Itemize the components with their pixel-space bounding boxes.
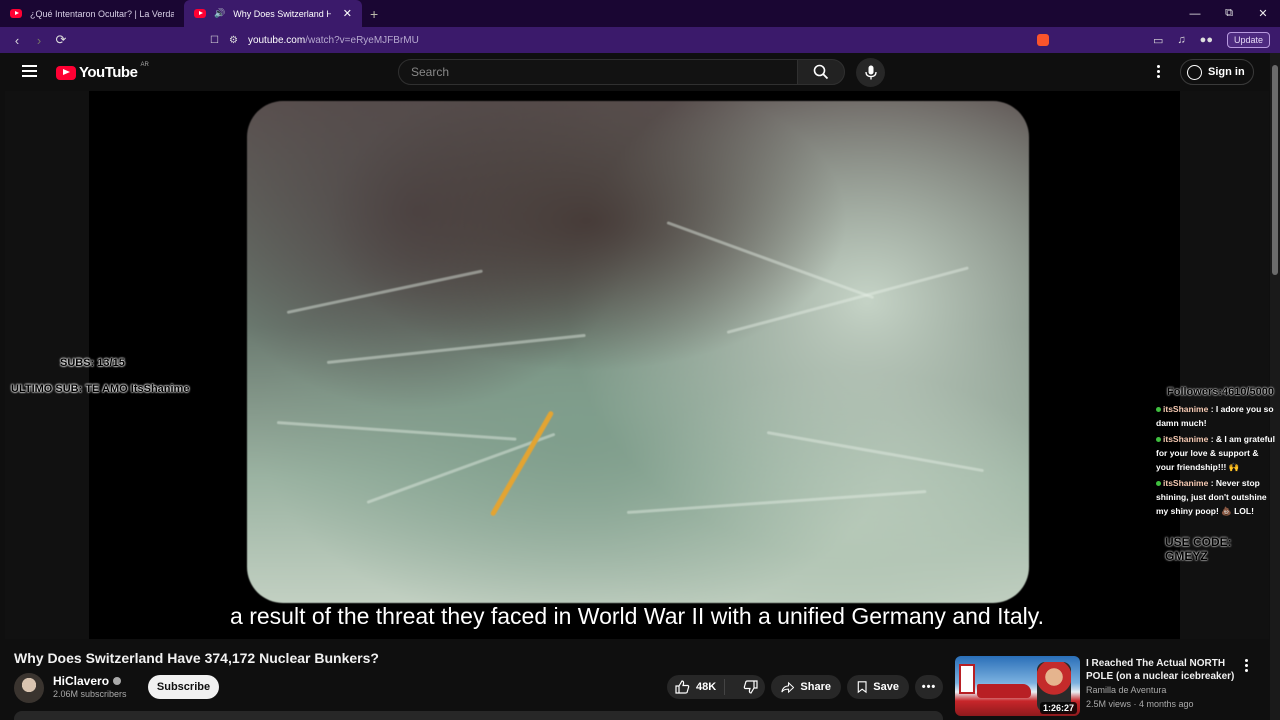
bookmark-icon[interactable]: ☐	[210, 35, 219, 46]
chat-message: itsShanime : & I am grateful for your lo…	[1156, 432, 1278, 474]
url-field[interactable]: ☐ ⚙ youtube.com/watch?v=eRyeMJFBrMU	[210, 27, 419, 53]
subscribe-button[interactable]: Subscribe	[148, 675, 219, 699]
like-dislike-group: 48K	[667, 675, 765, 699]
recommended-channel[interactable]: Ramilla de Aventura	[1086, 685, 1166, 695]
logo-text: YouTube	[79, 64, 138, 81]
share-label: Share	[800, 681, 831, 693]
reload-button[interactable]: ⟳	[50, 32, 72, 48]
voice-search-button[interactable]	[856, 58, 885, 87]
tab-close-icon[interactable]: ✕	[343, 7, 352, 20]
microphone-icon	[864, 65, 877, 80]
audio-playing-icon[interactable]: 🔊	[214, 8, 225, 19]
thumbnail-ship	[977, 684, 1031, 698]
search-input[interactable]: Search	[398, 59, 798, 85]
media-icon[interactable]: ♫	[1177, 34, 1185, 46]
chat-message: itsShanime : Never stop shining, just do…	[1156, 476, 1278, 518]
recommended-thumbnail[interactable]: 1:26:27	[955, 656, 1080, 716]
video-frame	[247, 101, 1029, 603]
overlay-code: USE CODE: GMEYZ	[1165, 535, 1232, 563]
video-duration: 1:26:27	[1039, 702, 1077, 714]
browser-tab-1[interactable]: ¿Qué Intentaron Ocultar? | La Verdad	[0, 0, 184, 27]
recommended-title[interactable]: I Reached The Actual NORTH POLE (on a nu…	[1086, 657, 1238, 683]
chat-message: itsShanime : I adore you so damn much!	[1156, 402, 1278, 430]
browser-tab-bar: ¿Qué Intentaron Ocultar? | La Verdad 🔊 W…	[0, 0, 1280, 27]
sign-in-label: Sign in	[1208, 66, 1245, 78]
youtube-logo-icon	[56, 65, 76, 80]
site-settings-icon[interactable]: ⚙	[229, 35, 238, 46]
back-button[interactable]: ‹	[6, 33, 28, 48]
scroll-thumb[interactable]	[1272, 65, 1278, 275]
update-button[interactable]: Update	[1226, 32, 1270, 48]
save-button[interactable]: Save	[847, 675, 909, 699]
country-code: AR	[140, 61, 149, 68]
settings-kebab-icon[interactable]	[1155, 65, 1161, 78]
video-subtitle: a result of the threat they faced in Wor…	[230, 603, 1044, 629]
new-tab-button[interactable]: +	[362, 6, 386, 22]
share-button[interactable]: Share	[771, 675, 841, 699]
wallet-icon[interactable]: ●●	[1200, 34, 1213, 46]
video-title: Why Does Switzerland Have 374,172 Nuclea…	[14, 650, 379, 666]
channel-name[interactable]: HiClavero	[53, 674, 122, 688]
brave-shield-icon[interactable]	[1037, 34, 1050, 46]
save-label: Save	[873, 681, 899, 693]
chat-user: itsShanime	[1163, 434, 1209, 444]
search-button[interactable]	[797, 59, 845, 85]
share-icon	[781, 681, 795, 693]
like-count: 48K	[696, 681, 717, 693]
sign-in-button[interactable]: Sign in	[1180, 59, 1254, 85]
overlay-last-sub: ULTIMO SUB: TE AMO ItsShanime	[11, 383, 190, 395]
youtube-favicon-icon	[10, 9, 22, 18]
close-window-button[interactable]: ✕	[1246, 0, 1280, 27]
thumbs-up-icon	[675, 680, 690, 694]
sidebar-icon[interactable]: ▭	[1153, 34, 1163, 47]
youtube-logo[interactable]: YouTube AR	[56, 61, 149, 81]
overlay-followers: Followers:4610/5000	[1167, 386, 1275, 398]
url-host: youtube.com	[247, 34, 306, 46]
more-actions-button[interactable]: •••	[915, 675, 943, 699]
recommended-menu-icon[interactable]	[1245, 659, 1248, 672]
description-box[interactable]	[14, 711, 943, 720]
more-horizontal-icon: •••	[921, 681, 937, 693]
tab-title: ¿Qué Intentaron Ocultar? | La Verdad	[30, 8, 174, 19]
verified-icon	[113, 677, 122, 685]
thumbs-down-icon	[743, 680, 758, 694]
channel-avatar[interactable]	[14, 673, 44, 703]
browser-tab-2-active[interactable]: 🔊 Why Does Switzerland Have 374,172 Nucl…	[184, 0, 362, 27]
subscriber-count: 2.06M subscribers	[53, 689, 127, 699]
recommended-meta: 2.5M views · 4 months ago	[1086, 699, 1194, 709]
bookmark-save-icon	[857, 681, 867, 694]
browser-address-bar: ‹ › ⟳ ☐ ⚙ youtube.com/watch?v=eRyeMJFBrM…	[0, 27, 1280, 53]
maximize-button[interactable]: ⧉	[1212, 0, 1246, 27]
thumbnail-sign	[959, 664, 975, 694]
forward-button[interactable]: ›	[28, 33, 50, 48]
search-icon	[813, 64, 829, 80]
tab-title: Why Does Switzerland Have 374,172 Nuclea…	[233, 8, 331, 19]
river-line	[489, 410, 555, 517]
browser-toolbar-right: ▭ ♫ ●● Update	[1037, 27, 1270, 53]
dislike-button[interactable]	[731, 680, 768, 694]
overlay-subs-count: SUBS: 13/15	[60, 357, 125, 369]
url-text: youtube.com/watch?v=eRyeMJFBrMU	[248, 35, 419, 46]
youtube-header: YouTube AR Search Sign in	[0, 53, 1270, 91]
account-icon	[1187, 64, 1202, 80]
window-controls: — ⧉ ✕	[1178, 0, 1280, 27]
menu-icon[interactable]	[22, 65, 37, 77]
url-path: /watch?v=eRyeMJFBrMU	[305, 34, 419, 46]
video-player[interactable]: SUBS: 13/15 ULTIMO SUB: TE AMO ItsShanim…	[5, 91, 1275, 639]
channel-name-text: HiClavero	[53, 674, 110, 688]
minimize-button[interactable]: —	[1178, 0, 1212, 27]
chat-user: itsShanime	[1163, 404, 1209, 414]
stream-chat: itsShanime : I adore you so damn much! i…	[1156, 402, 1278, 520]
chat-user: itsShanime	[1163, 478, 1209, 488]
like-button[interactable]: 48K	[667, 679, 726, 695]
youtube-favicon-icon	[194, 9, 206, 18]
